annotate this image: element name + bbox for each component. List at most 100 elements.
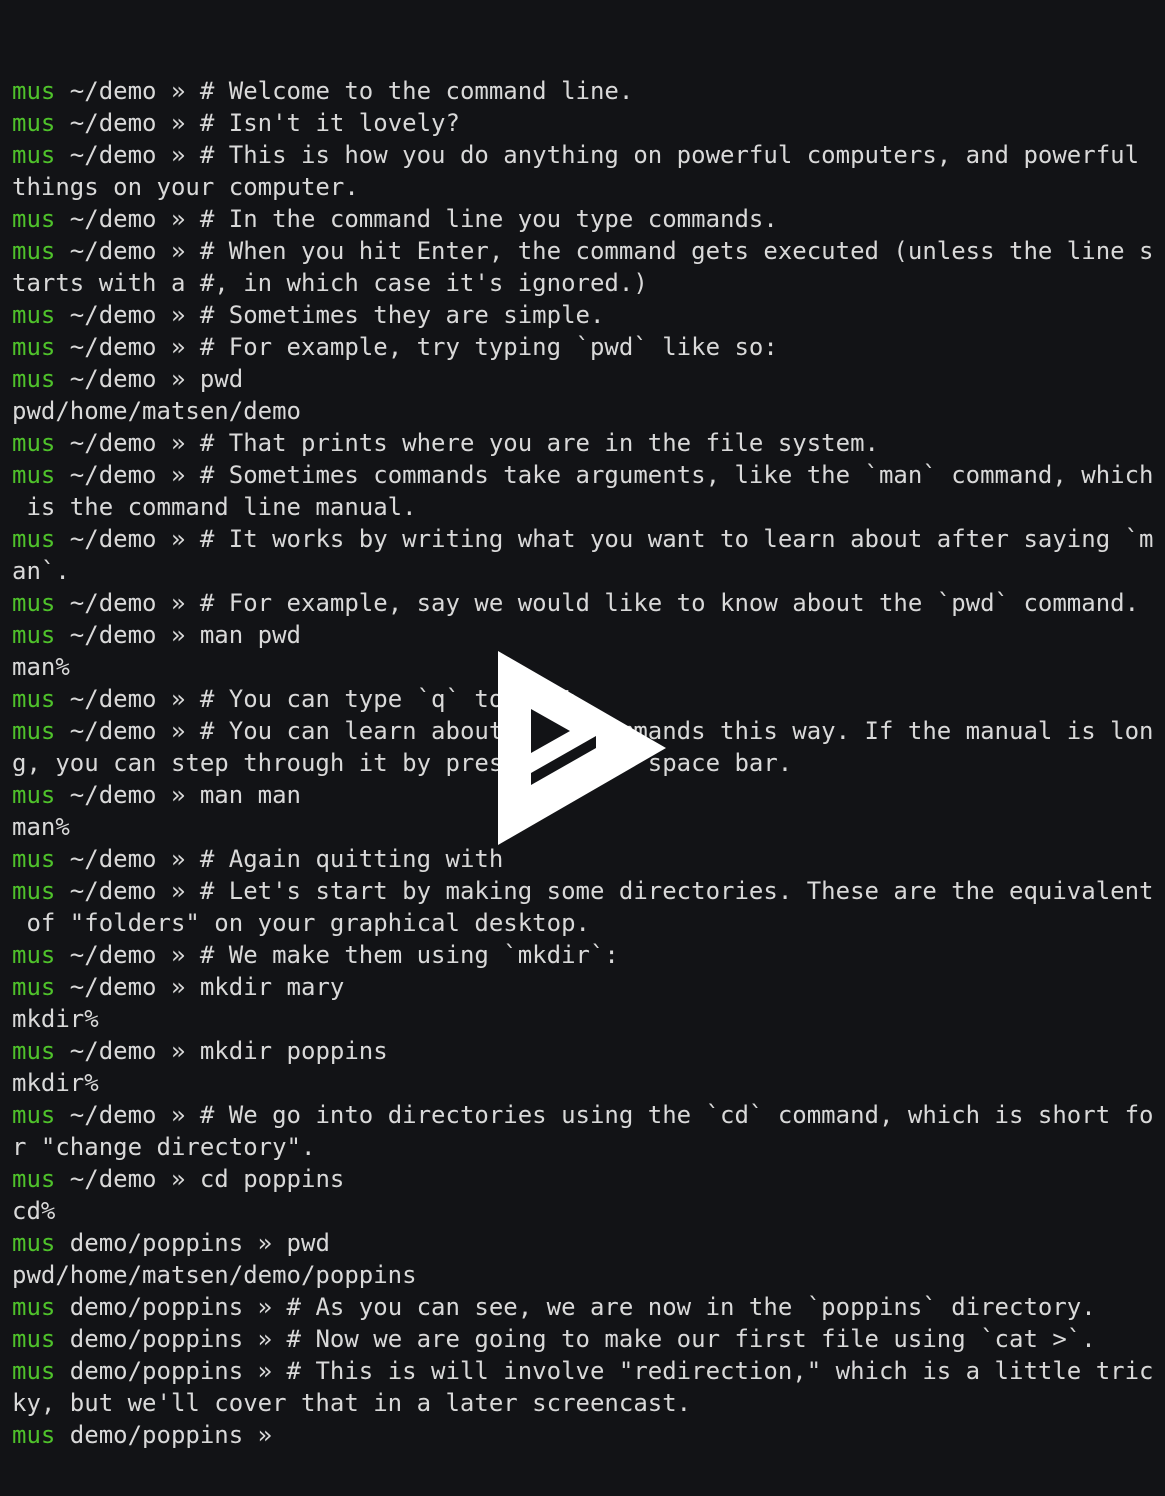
prompt-user: mus bbox=[12, 1037, 56, 1065]
prompt-user: mus bbox=[12, 333, 56, 361]
terminal-line: mus demo/poppins » bbox=[12, 1419, 1165, 1451]
prompt-user: mus bbox=[12, 525, 56, 553]
line-text: tarts with a #, in which case it's ignor… bbox=[12, 269, 648, 297]
prompt-user: mus bbox=[12, 141, 56, 169]
line-text: is the command line manual. bbox=[12, 493, 417, 521]
line-text: ~/demo » man man bbox=[55, 781, 301, 809]
terminal-line: mus demo/poppins » # As you can see, we … bbox=[12, 1291, 1165, 1323]
line-text: ~/demo » # Isn't it lovely? bbox=[55, 109, 460, 137]
terminal-line: mus ~/demo » # Isn't it lovely? bbox=[12, 107, 1165, 139]
terminal-line: mus ~/demo » pwd bbox=[12, 363, 1165, 395]
line-text: pwd/home/matsen/demo/poppins bbox=[12, 1261, 417, 1289]
terminal-line: mus ~/demo » # That prints where you are… bbox=[12, 427, 1165, 459]
line-text: ~/demo » # This is how you do anything o… bbox=[55, 141, 1140, 169]
line-text: man% bbox=[12, 653, 70, 681]
terminal-line: ky, but we'll cover that in a later scre… bbox=[12, 1387, 1165, 1419]
line-text: ~/demo » # When you hit Enter, the comma… bbox=[55, 237, 1154, 265]
prompt-user: mus bbox=[12, 365, 56, 393]
terminal-line: is the command line manual. bbox=[12, 491, 1165, 523]
terminal-line: pwd/home/matsen/demo bbox=[12, 395, 1165, 427]
line-text: g, you can step through it by pressing y… bbox=[12, 749, 793, 777]
terminal-line: mus ~/demo » mkdir mary bbox=[12, 971, 1165, 1003]
prompt-user: mus bbox=[12, 1165, 56, 1193]
prompt-user: mus bbox=[12, 877, 56, 905]
terminal-line: an`. bbox=[12, 555, 1165, 587]
line-text: ~/demo » # For example, say we would lik… bbox=[55, 589, 1140, 617]
line-text: mkdir% bbox=[12, 1005, 99, 1033]
line-text: ~/demo » # Again quitting with bbox=[55, 845, 504, 873]
terminal-line: mus ~/demo » mkdir poppins bbox=[12, 1035, 1165, 1067]
terminal-line: mus ~/demo » # This is how you do anythi… bbox=[12, 139, 1165, 171]
terminal-line: mus ~/demo » # Sometimes commands take a… bbox=[12, 459, 1165, 491]
terminal-line: tarts with a #, in which case it's ignor… bbox=[12, 267, 1165, 299]
prompt-user: mus bbox=[12, 237, 56, 265]
line-text: ~/demo » # We go into directories using … bbox=[55, 1101, 1154, 1129]
terminal-line: cd% bbox=[12, 1195, 1165, 1227]
line-text: ~/demo » # In the command line you type … bbox=[55, 205, 778, 233]
terminal-line: mkdir% bbox=[12, 1003, 1165, 1035]
terminal-line: mus ~/demo » cd poppins bbox=[12, 1163, 1165, 1195]
terminal-line: mus ~/demo » # We make them using `mkdir… bbox=[12, 939, 1165, 971]
terminal-line: mus ~/demo » # For example, say we would… bbox=[12, 587, 1165, 619]
terminal-line: r "change directory". bbox=[12, 1131, 1165, 1163]
line-text: demo/poppins » # As you can see, we are … bbox=[55, 1293, 1096, 1321]
asciinema-play-icon bbox=[498, 651, 666, 845]
terminal-line: mus ~/demo » # Welcome to the command li… bbox=[12, 75, 1165, 107]
terminal-line: mus ~/demo » man pwd bbox=[12, 619, 1165, 651]
line-text: mkdir% bbox=[12, 1069, 99, 1097]
terminal-line: things on your computer. bbox=[12, 171, 1165, 203]
line-text: ~/demo » cd poppins bbox=[55, 1165, 345, 1193]
terminal-line: mus ~/demo » # It works by writing what … bbox=[12, 523, 1165, 555]
line-text: ~/demo » # We make them using `mkdir`: bbox=[55, 941, 619, 969]
line-text: cd% bbox=[12, 1197, 56, 1225]
play-button[interactable] bbox=[498, 651, 666, 845]
prompt-user: mus bbox=[12, 301, 56, 329]
line-text: man% bbox=[12, 813, 70, 841]
terminal-line: of "folders" on your graphical desktop. bbox=[12, 907, 1165, 939]
line-text: demo/poppins » bbox=[55, 1421, 287, 1449]
line-text: ~/demo » mkdir poppins bbox=[55, 1037, 388, 1065]
prompt-user: mus bbox=[12, 941, 56, 969]
terminal-line: mus ~/demo » # For example, try typing `… bbox=[12, 331, 1165, 363]
prompt-user: mus bbox=[12, 109, 56, 137]
line-text: demo/poppins » # This is will involve "r… bbox=[55, 1357, 1154, 1385]
line-text: ~/demo » # Let's start by making some di… bbox=[55, 877, 1154, 905]
terminal-line: mus ~/demo » # When you hit Enter, the c… bbox=[12, 235, 1165, 267]
line-text: ~/demo » # That prints where you are in … bbox=[55, 429, 879, 457]
prompt-user: mus bbox=[12, 1357, 56, 1385]
prompt-user: mus bbox=[12, 1325, 56, 1353]
line-text: ky, but we'll cover that in a later scre… bbox=[12, 1389, 692, 1417]
line-text: ~/demo » # For example, try typing `pwd`… bbox=[55, 333, 778, 361]
terminal-line: mus demo/poppins » # This is will involv… bbox=[12, 1355, 1165, 1387]
line-text: ~/demo » # It works by writing what you … bbox=[55, 525, 1154, 553]
prompt-user: mus bbox=[12, 717, 56, 745]
terminal-line: mus ~/demo » # We go into directories us… bbox=[12, 1099, 1165, 1131]
prompt-user: mus bbox=[12, 1229, 56, 1257]
line-text: demo/poppins » pwd bbox=[55, 1229, 330, 1257]
line-text: ~/demo » pwd bbox=[55, 365, 244, 393]
terminal-line: mus demo/poppins » pwd bbox=[12, 1227, 1165, 1259]
prompt-user: mus bbox=[12, 845, 56, 873]
prompt-user: mus bbox=[12, 1293, 56, 1321]
prompt-user: mus bbox=[12, 205, 56, 233]
prompt-user: mus bbox=[12, 621, 56, 649]
prompt-user: mus bbox=[12, 461, 56, 489]
prompt-user: mus bbox=[12, 781, 56, 809]
terminal-line: mus ~/demo » # Sometimes they are simple… bbox=[12, 299, 1165, 331]
line-text: ~/demo » # Sometimes commands take argum… bbox=[55, 461, 1154, 489]
terminal-line: mus ~/demo » # In the command line you t… bbox=[12, 203, 1165, 235]
prompt-user: mus bbox=[12, 429, 56, 457]
terminal-line: mus demo/poppins » # Now we are going to… bbox=[12, 1323, 1165, 1355]
line-text: ~/demo » man pwd bbox=[55, 621, 301, 649]
terminal-line: mkdir% bbox=[12, 1067, 1165, 1099]
prompt-user: mus bbox=[12, 973, 56, 1001]
line-text: of "folders" on your graphical desktop. bbox=[12, 909, 590, 937]
terminal-line: mus ~/demo » # Let's start by making som… bbox=[12, 875, 1165, 907]
prompt-user: mus bbox=[12, 685, 56, 713]
line-text: demo/poppins » # Now we are going to mak… bbox=[55, 1325, 1096, 1353]
prompt-user: mus bbox=[12, 77, 56, 105]
prompt-user: mus bbox=[12, 1101, 56, 1129]
line-text: pwd/home/matsen/demo bbox=[12, 397, 301, 425]
prompt-user: mus bbox=[12, 1421, 56, 1449]
terminal-line: pwd/home/matsen/demo/poppins bbox=[12, 1259, 1165, 1291]
